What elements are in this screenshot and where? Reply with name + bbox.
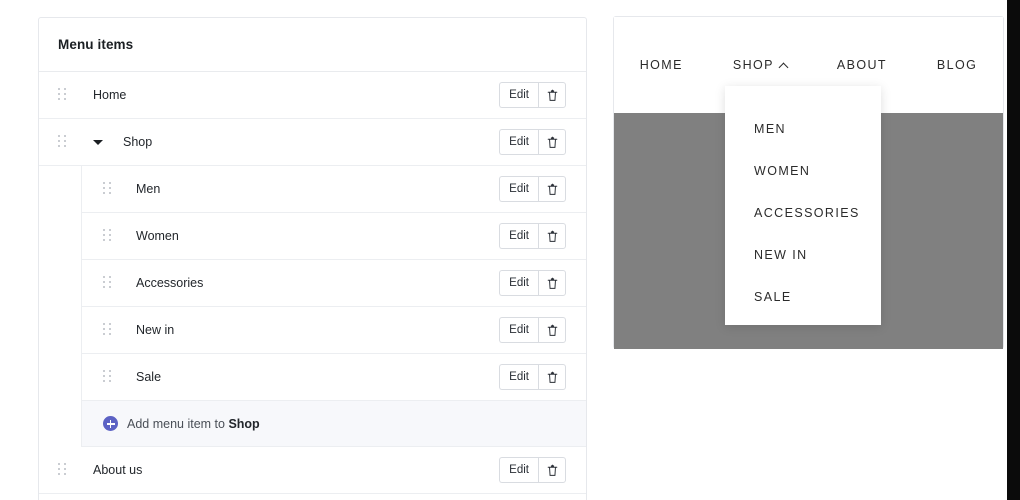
menu-row-home[interactable]: Home Edit [39, 72, 586, 119]
nav-item-label: ABOUT [836, 58, 887, 72]
drag-handle-icon[interactable] [58, 135, 68, 149]
submenu-row-sale-labelwrap: Sale [136, 368, 161, 386]
drag-handle-icon[interactable] [103, 276, 113, 290]
nav-item-label: HOME [639, 58, 683, 72]
submenu-row-new-in-labelwrap: New in [136, 321, 174, 339]
trash-icon [547, 464, 557, 476]
dropdown-item-men[interactable]: MEN [754, 108, 881, 150]
dropdown-item-accessories[interactable]: ACCESSORIES [754, 192, 881, 234]
menu-item-label: About us [93, 463, 143, 477]
edit-button[interactable]: Edit [499, 129, 538, 155]
site-preview-card: HOME SHOP ABOUT BLOG MEN WOMEN ACCESSORI… [613, 16, 1004, 349]
plus-circle-icon [103, 416, 118, 431]
nav-item-shop[interactable]: SHOP [708, 58, 812, 72]
edit-button[interactable]: Edit [499, 82, 538, 108]
add-menu-item-row[interactable]: Add menu item to Shop [82, 401, 586, 447]
submenu-row-men[interactable]: Men Edit [82, 166, 586, 213]
menu-row-about-us[interactable]: About us Edit [39, 447, 586, 494]
row-actions: Edit [499, 364, 566, 390]
edit-button[interactable]: Edit [499, 176, 538, 202]
edit-button[interactable]: Edit [499, 364, 538, 390]
submenu-row-accessories-labelwrap: Accessories [136, 274, 203, 292]
chevron-up-icon [778, 62, 789, 72]
menu-items-header: Menu items [39, 18, 586, 72]
menu-row-next-partial[interactable] [39, 494, 586, 500]
trash-icon [547, 89, 557, 101]
row-actions: Edit [499, 317, 566, 343]
add-menu-item-label: Add menu item to Shop [127, 417, 260, 431]
delete-button[interactable] [538, 270, 566, 296]
submenu-row-new-in[interactable]: New in Edit [82, 307, 586, 354]
menu-items-card: Menu items Home Edit Shop Edit Men Edit … [38, 17, 587, 500]
submenu-item-label: Women [136, 229, 179, 243]
dropdown-item-women[interactable]: WOMEN [754, 150, 881, 192]
shop-dropdown-menu: MEN WOMEN ACCESSORIES NEW IN SALE [725, 86, 881, 325]
submenu-item-label: Sale [136, 370, 162, 384]
menu-row-shop-labelwrap: Shop [93, 135, 152, 149]
nav-item-label: BLOG [936, 58, 978, 72]
drag-handle-icon[interactable] [58, 463, 68, 477]
dropdown-item-sale[interactable]: SALE [754, 276, 881, 318]
submenu-item-label: Men [136, 182, 161, 196]
submenu-row-women[interactable]: Women Edit [82, 213, 586, 260]
menu-row-home-labelwrap: Home [93, 88, 126, 102]
edit-button[interactable]: Edit [499, 457, 538, 483]
submenu-item-label: Accessories [136, 276, 204, 290]
edit-button[interactable]: Edit [499, 223, 538, 249]
row-actions: Edit [499, 457, 566, 483]
add-menu-item-prefix: Add menu item to [127, 416, 229, 431]
menu-item-label: Shop [123, 135, 153, 149]
drag-handle-icon[interactable] [103, 182, 113, 196]
nav-item-blog[interactable]: BLOG [912, 58, 1002, 72]
menu-row-shop[interactable]: Shop Edit [39, 119, 586, 166]
menu-item-label: Home [93, 88, 127, 102]
nav-item-about[interactable]: ABOUT [812, 58, 912, 72]
app-root: Menu items Home Edit Shop Edit Men Edit … [0, 0, 1020, 500]
submenu-item-label: New in [136, 323, 175, 337]
trash-icon [547, 230, 557, 242]
edit-button[interactable]: Edit [499, 270, 538, 296]
row-actions: Edit [499, 82, 566, 108]
delete-button[interactable] [538, 176, 566, 202]
drag-handle-icon[interactable] [58, 88, 68, 102]
trash-icon [547, 277, 557, 289]
trash-icon [547, 136, 557, 148]
add-menu-item-target: Shop [228, 416, 260, 431]
row-actions: Edit [499, 270, 566, 296]
delete-button[interactable] [538, 317, 566, 343]
delete-button[interactable] [538, 364, 566, 390]
edit-button[interactable]: Edit [499, 317, 538, 343]
site-preview-inner: HOME SHOP ABOUT BLOG MEN WOMEN ACCESSORI… [614, 17, 1003, 349]
page-edge-bar [1005, 0, 1020, 500]
nav-item-label: SHOP [732, 58, 774, 72]
delete-button[interactable] [538, 223, 566, 249]
row-actions: Edit [499, 129, 566, 155]
delete-button[interactable] [538, 82, 566, 108]
submenu-row-accessories[interactable]: Accessories Edit [82, 260, 586, 307]
caret-down-icon[interactable] [93, 139, 103, 145]
nav-item-home[interactable]: HOME [615, 58, 708, 72]
delete-button[interactable] [538, 457, 566, 483]
submenu-row-women-labelwrap: Women [136, 227, 179, 245]
drag-handle-icon[interactable] [103, 370, 113, 384]
drag-handle-icon[interactable] [103, 323, 113, 337]
trash-icon [547, 324, 557, 336]
menu-row-about-us-labelwrap: About us [93, 463, 142, 477]
row-actions: Edit [499, 176, 566, 202]
page-edge-bar-highlight [1005, 0, 1007, 500]
dropdown-item-new-in[interactable]: NEW IN [754, 234, 881, 276]
submenu-row-men-labelwrap: Men [136, 180, 160, 198]
trash-icon [547, 371, 557, 383]
page-title: Menu items [58, 37, 134, 52]
submenu-row-sale[interactable]: Sale Edit [82, 354, 586, 401]
row-actions: Edit [499, 223, 566, 249]
trash-icon [547, 183, 557, 195]
drag-handle-icon[interactable] [103, 229, 113, 243]
submenu-group-shop: Men Edit Women Edit Accessories Edit New… [81, 166, 586, 447]
delete-button[interactable] [538, 129, 566, 155]
